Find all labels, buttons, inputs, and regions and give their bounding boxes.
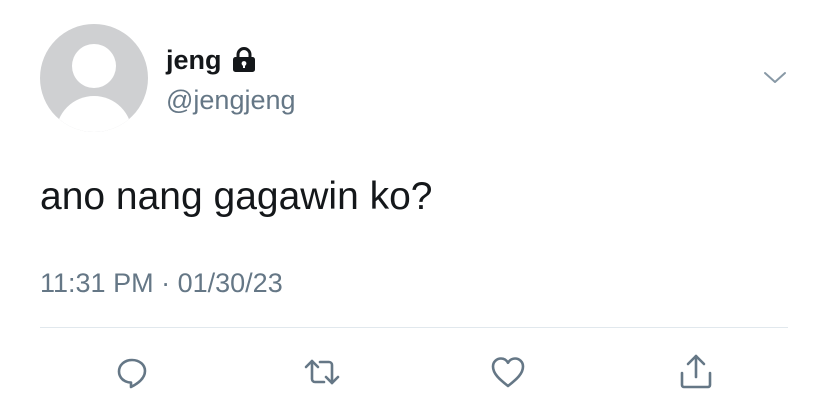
timestamp[interactable]: 11:31 PM · 01/30/23 <box>40 266 283 300</box>
heart-icon <box>489 354 527 390</box>
avatar-head-shape <box>72 44 116 88</box>
avatar-body-shape <box>56 96 132 132</box>
tweet-time: 11:31 PM <box>40 268 154 298</box>
display-name[interactable]: jeng <box>166 44 222 76</box>
author-name-row: jeng <box>166 44 257 76</box>
timestamp-separator: · <box>161 268 171 298</box>
tweet-date: 01/30/23 <box>177 268 283 298</box>
tweet-text: ano nang gagawin ko? <box>40 175 433 218</box>
like-button[interactable] <box>488 352 528 392</box>
lock-icon <box>231 46 257 74</box>
username[interactable]: @jengjeng <box>166 84 296 116</box>
reply-button[interactable] <box>112 352 152 392</box>
chevron-down-icon[interactable] <box>762 68 788 88</box>
avatar[interactable] <box>40 24 148 132</box>
share-button[interactable] <box>676 352 716 392</box>
retweet-icon <box>302 354 342 390</box>
retweet-button[interactable] <box>302 352 342 392</box>
divider <box>40 327 788 328</box>
share-icon <box>677 353 715 391</box>
reply-icon <box>114 354 150 390</box>
tweet-card: jeng @jengjeng ano nang gagawin ko? 11:3… <box>0 0 828 417</box>
